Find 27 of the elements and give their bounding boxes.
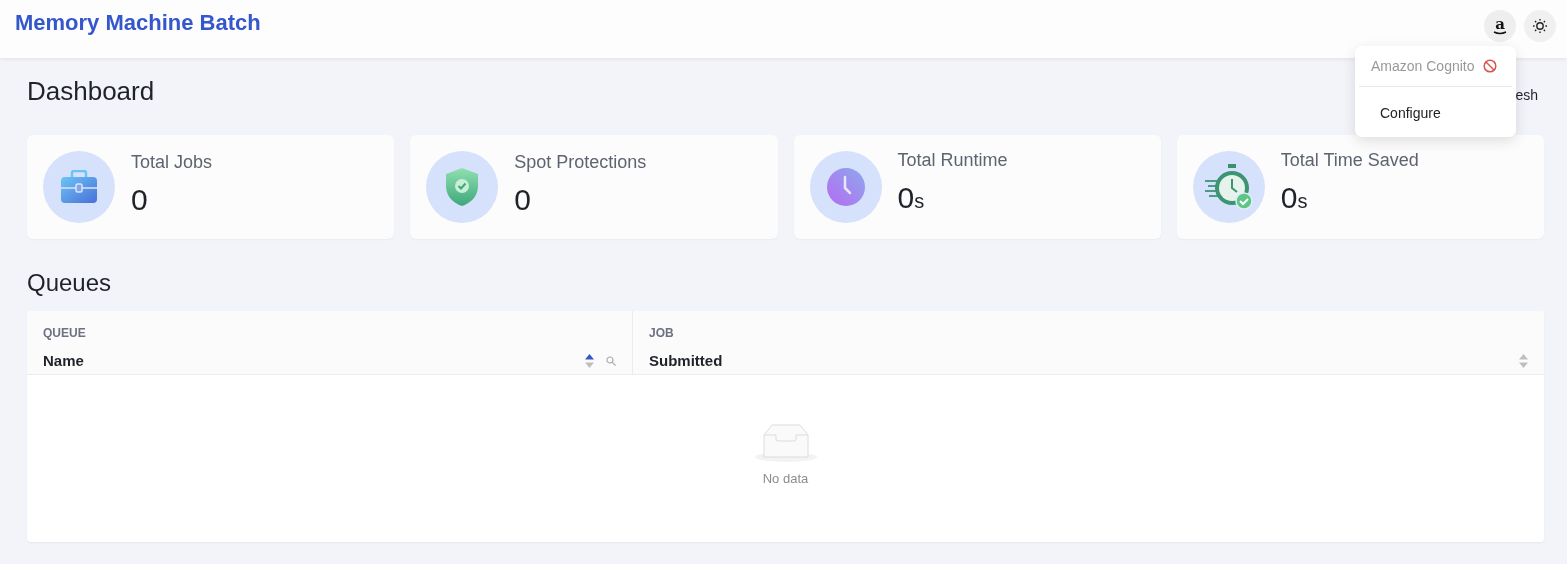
stat-value: 0 [131,184,149,215]
section-title: Queues [27,269,113,297]
theme-toggle-button[interactable] [1524,10,1556,42]
sun-icon [1532,18,1548,34]
column-header[interactable]: Submitted [649,352,723,369]
app-title: Memory Machine Batch [15,10,261,36]
stat-value: 0s [897,183,926,216]
page-title: Dashboard [27,76,155,107]
empty-inbox-icon [753,423,818,463]
column-group-label: QUEUE [43,326,86,340]
stat-label: Total Time Saved [1280,150,1419,171]
refresh-button[interactable]: esh [1513,82,1544,107]
amazon-account-button[interactable]: a [1484,10,1516,42]
stat-label: Total Jobs [131,151,213,173]
stat-label: Spot Protections [514,151,647,173]
stat-value: 0s [1280,183,1309,216]
stat-value: 0 [514,184,532,215]
column-group-label: JOB [649,326,674,340]
stat-label: Total Runtime [897,150,1008,171]
menu-item[interactable]: Configure [1355,91,1466,131]
sort-icon[interactable] [585,353,594,368]
shield-check-icon [445,167,480,207]
briefcase-icon [60,170,98,204]
empty-message: No data [762,471,809,486]
clock-icon [825,167,866,207]
column-header[interactable]: Name [43,352,84,369]
stopwatch-icon [1202,163,1255,211]
